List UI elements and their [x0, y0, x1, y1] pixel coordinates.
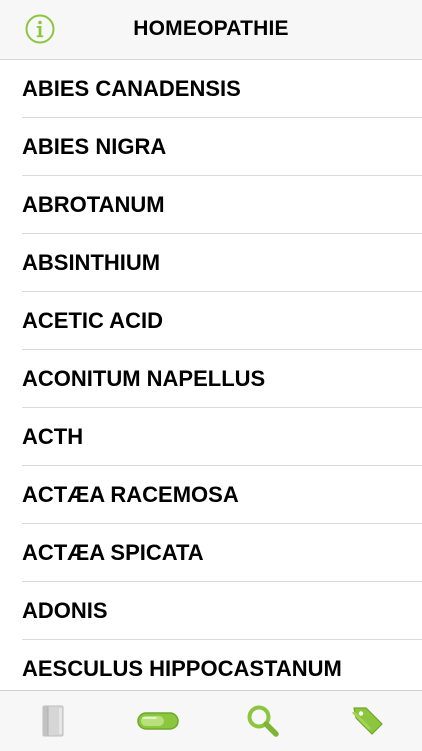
tab-tags[interactable]: [315, 691, 420, 751]
list-item[interactable]: AESCULUS HIPPOCASTANUM: [0, 640, 422, 690]
list-item-label: ADONIS: [22, 598, 108, 623]
list-item[interactable]: ACTÆA RACEMOSA: [0, 466, 422, 524]
navigation-bar: HOMEOPATHIE: [0, 0, 422, 60]
remedy-list[interactable]: ABIES CANADENSIS ABIES NIGRA ABROTANUM ABSI…: [0, 60, 422, 690]
list-item[interactable]: ABIES NIGRA: [0, 118, 422, 176]
list-item[interactable]: ACONITUM NAPELLUS: [0, 350, 422, 408]
list-item-label: ABROTANUM: [22, 192, 165, 217]
list-item-label: ACETIC ACID: [22, 308, 163, 333]
list-item[interactable]: ABIES CANADENSIS: [0, 60, 422, 118]
tab-toggle[interactable]: [105, 691, 210, 751]
list-item-label: ABIES NIGRA: [22, 134, 167, 159]
list-item[interactable]: ABSINTHIUM: [0, 234, 422, 292]
list-item[interactable]: ACETIC ACID: [0, 292, 422, 350]
page-title: HOMEOPATHIE: [133, 17, 289, 40]
list-item-label: ABIES CANADENSIS: [22, 76, 241, 101]
tab-bar: [0, 690, 422, 751]
list-item-label: ABSINTHIUM: [22, 250, 161, 275]
list-item-label: ACTÆA RACEMOSA: [22, 482, 239, 507]
list-item-label: AESCULUS HIPPOCASTANUM: [22, 656, 342, 681]
list-item-label: ACTÆA SPICATA: [22, 540, 204, 565]
toggle-pill-icon: [136, 712, 179, 730]
app-window: HOMEOPATHIE ABIES CANADENSIS ABIES NIGRA A…: [0, 0, 422, 751]
search-icon: [247, 705, 279, 737]
tags-icon: [351, 707, 383, 735]
tab-search[interactable]: [210, 691, 315, 751]
book-icon: [42, 705, 63, 737]
list-item[interactable]: ADONIS: [0, 582, 422, 640]
list-item-label: ACTH: [22, 424, 84, 449]
list-item-label: ACONITUM NAPELLUS: [22, 366, 266, 391]
list-item[interactable]: ACTÆA SPICATA: [0, 524, 422, 582]
list-item[interactable]: ABROTANUM: [0, 176, 422, 234]
list-item[interactable]: ACTH: [0, 408, 422, 466]
tab-book[interactable]: [0, 691, 105, 751]
